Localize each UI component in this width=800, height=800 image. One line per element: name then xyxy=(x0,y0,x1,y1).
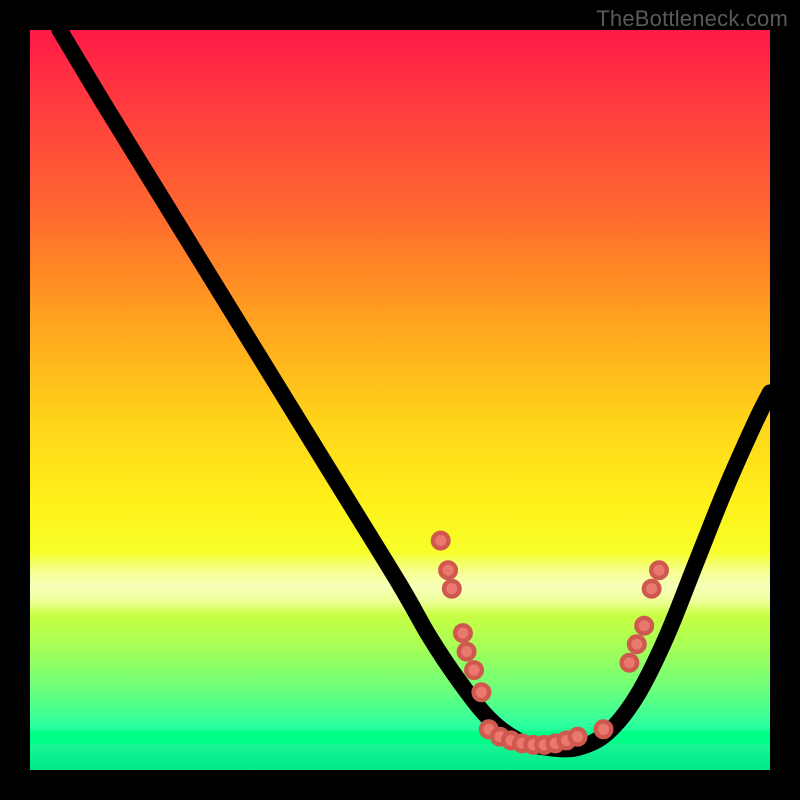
data-dot xyxy=(644,581,660,597)
data-dot xyxy=(474,685,490,701)
data-dot xyxy=(570,729,586,745)
chart-svg xyxy=(30,30,770,770)
data-dot xyxy=(444,581,460,597)
bottleneck-curve xyxy=(60,30,770,749)
data-dot xyxy=(440,562,456,578)
data-dots-group xyxy=(433,533,667,753)
plot-area xyxy=(30,30,770,770)
data-dot xyxy=(455,625,471,641)
data-dot xyxy=(622,655,638,671)
data-dot xyxy=(466,662,482,678)
attribution-text: TheBottleneck.com xyxy=(596,6,788,32)
chart-stage: TheBottleneck.com xyxy=(0,0,800,800)
data-dot xyxy=(596,722,612,738)
data-dot xyxy=(433,533,449,549)
data-dot xyxy=(629,636,645,652)
data-dot xyxy=(459,644,475,660)
data-dot xyxy=(651,562,667,578)
data-dot xyxy=(636,618,652,634)
